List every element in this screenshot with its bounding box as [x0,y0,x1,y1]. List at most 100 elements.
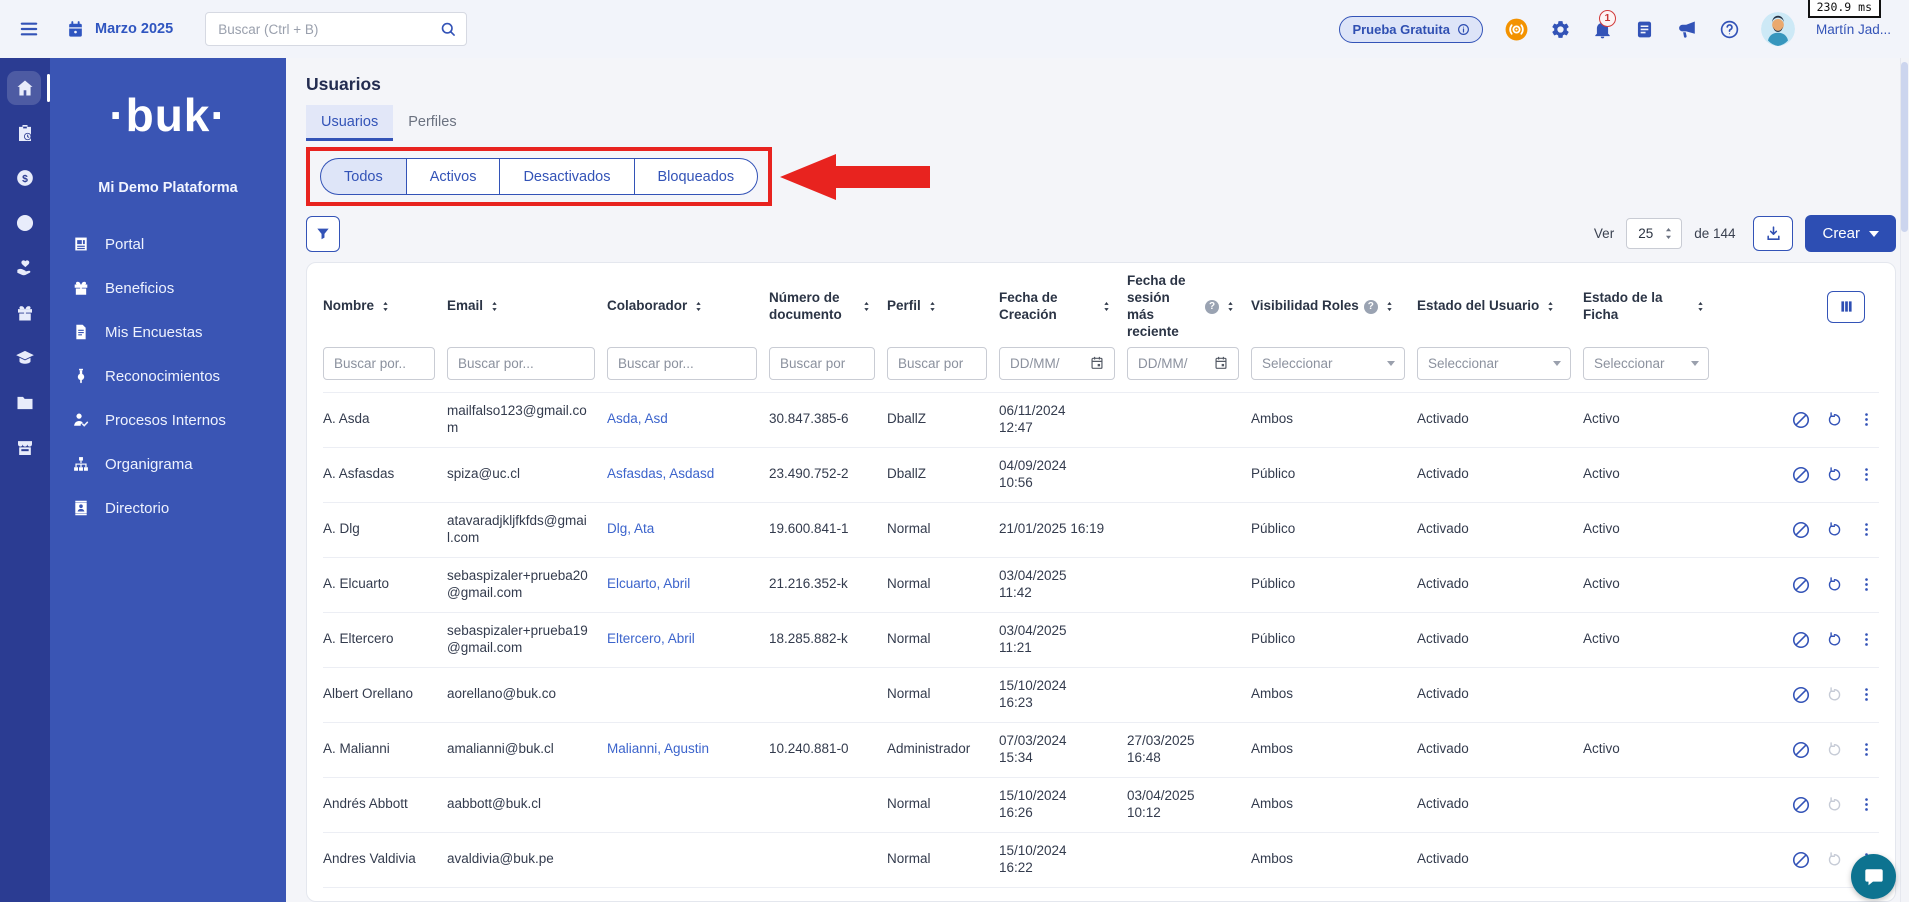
filter-date-5[interactable]: DD/MM/ [999,346,1115,380]
row-menu-button[interactable] [1858,411,1875,428]
filter-button[interactable] [306,215,340,252]
column-header[interactable]: Perfil [887,298,999,315]
segment-desactivados[interactable]: Desactivados [499,158,634,195]
deactivate-user-button[interactable] [1791,465,1811,485]
deactivate-user-button[interactable] [1791,850,1811,870]
rail-item-store[interactable] [0,428,50,468]
reset-password-button[interactable] [1826,631,1843,648]
user-name[interactable]: Martín Jad... [1816,22,1891,37]
sidebar-item-directorio[interactable]: Directorio [58,486,278,530]
reset-password-button[interactable] [1826,796,1843,813]
cell-colaborador[interactable]: Elcuarto, Abril [607,568,769,601]
chat-button[interactable] [1851,854,1896,899]
help-button[interactable] [1719,19,1740,40]
trial-badge[interactable]: Prueba Gratuita [1339,15,1483,43]
rewards-button[interactable] [1504,17,1529,42]
menu-button[interactable] [18,18,40,40]
download-button[interactable] [1753,216,1794,251]
reset-password-button[interactable] [1826,686,1843,703]
filter-input-3[interactable] [769,346,875,380]
news-button[interactable] [1634,19,1655,40]
reset-password-button[interactable] [1826,521,1843,538]
tab-usuarios[interactable]: Usuarios [306,105,394,141]
row-menu-button[interactable] [1858,686,1875,703]
period-selector[interactable]: Marzo 2025 [66,20,173,39]
column-settings-button[interactable] [1827,290,1865,323]
filter-input-1[interactable] [447,346,595,380]
deactivate-user-button[interactable] [1791,685,1811,705]
reset-password-button[interactable] [1826,741,1843,758]
filter-select-7[interactable]: Seleccionar [1251,346,1405,380]
filter-input-2[interactable] [607,346,757,380]
column-header[interactable]: Número de documento [769,290,887,324]
user-avatar[interactable] [1760,12,1795,46]
sort-icon[interactable] [1694,300,1707,313]
column-header[interactable]: Fecha de Creación [999,290,1127,324]
sort-icon[interactable] [1544,300,1557,313]
page-size-select[interactable]: 25 [1626,218,1683,249]
segment-todos[interactable]: Todos [320,158,406,195]
column-header[interactable]: Estado de la Ficha [1583,290,1721,324]
cell-colaborador[interactable]: Dlg, Ata [607,513,769,546]
search-input[interactable] [205,12,468,46]
filter-select-8[interactable]: Seleccionar [1417,346,1571,380]
announcements-button[interactable] [1676,18,1698,40]
column-header[interactable]: Email [447,298,607,315]
filter-input-4[interactable] [887,346,987,380]
sidebar-item-organigrama[interactable]: Organigrama [58,442,278,486]
segment-activos[interactable]: Activos [405,158,500,195]
cell-colaborador[interactable]: Malianni, Agustin [607,733,769,766]
reset-password-button[interactable] [1826,466,1843,483]
cell-colaborador[interactable]: Asfasdas, Asdasd [607,458,769,491]
rail-item-graduation-cap[interactable] [0,338,50,378]
row-menu-button[interactable] [1858,521,1875,538]
sort-icon[interactable] [379,300,392,313]
sidebar-item-mis-encuestas[interactable]: Mis Encuestas [58,310,278,354]
deactivate-user-button[interactable] [1791,740,1811,760]
rail-item-home[interactable] [0,68,50,108]
filter-input-0[interactable] [323,346,435,380]
rail-item-clock[interactable] [0,203,50,243]
rail-item-gift[interactable] [0,293,50,333]
column-header[interactable]: Fecha de sesión más reciente? [1127,273,1251,341]
sort-icon[interactable] [1224,300,1237,313]
sort-icon[interactable] [860,300,873,313]
sidebar-item-portal[interactable]: Portal [58,222,278,266]
rail-item-folder[interactable] [0,383,50,423]
row-menu-button[interactable] [1858,796,1875,813]
tab-perfiles[interactable]: Perfiles [393,105,471,141]
sidebar-item-beneficios[interactable]: Beneficios [58,266,278,310]
segment-bloqueados[interactable]: Bloqueados [633,158,759,195]
sidebar-item-procesos-internos[interactable]: Procesos Internos [58,398,278,442]
filter-date-6[interactable]: DD/MM/ [1127,346,1239,380]
reset-password-button[interactable] [1826,851,1843,868]
sidebar-item-reconocimientos[interactable]: Reconocimientos [58,354,278,398]
column-header[interactable]: Nombre [323,298,447,315]
row-menu-button[interactable] [1858,576,1875,593]
column-header[interactable]: Colaborador [607,298,769,315]
scrollbar-thumb[interactable] [1901,62,1908,232]
deactivate-user-button[interactable] [1791,410,1811,430]
settings-button[interactable] [1550,19,1571,40]
reset-password-button[interactable] [1826,576,1843,593]
deactivate-user-button[interactable] [1791,575,1811,595]
rail-item-dollar[interactable]: $ [0,158,50,198]
help-icon[interactable]: ? [1205,299,1219,314]
sort-icon[interactable] [1100,300,1113,313]
row-menu-button[interactable] [1858,631,1875,648]
deactivate-user-button[interactable] [1791,630,1811,650]
rail-item-hand-heart[interactable] [0,248,50,288]
column-header[interactable]: Visibilidad Roles? [1251,298,1417,315]
sort-icon[interactable] [1383,300,1396,313]
sort-icon[interactable] [692,300,705,313]
create-button[interactable]: Crear [1805,215,1896,252]
row-menu-button[interactable] [1858,741,1875,758]
rail-item-clipboard-clock[interactable] [0,113,50,153]
cell-colaborador[interactable]: Eltercero, Abril [607,623,769,656]
row-menu-button[interactable] [1858,466,1875,483]
cell-colaborador[interactable]: Asda, Asd [607,403,769,436]
help-icon[interactable]: ? [1363,299,1378,314]
column-header[interactable]: Estado del Usuario [1417,298,1583,315]
page-scrollbar[interactable] [1900,58,1909,902]
notifications-button[interactable]: 1 [1592,9,1616,40]
